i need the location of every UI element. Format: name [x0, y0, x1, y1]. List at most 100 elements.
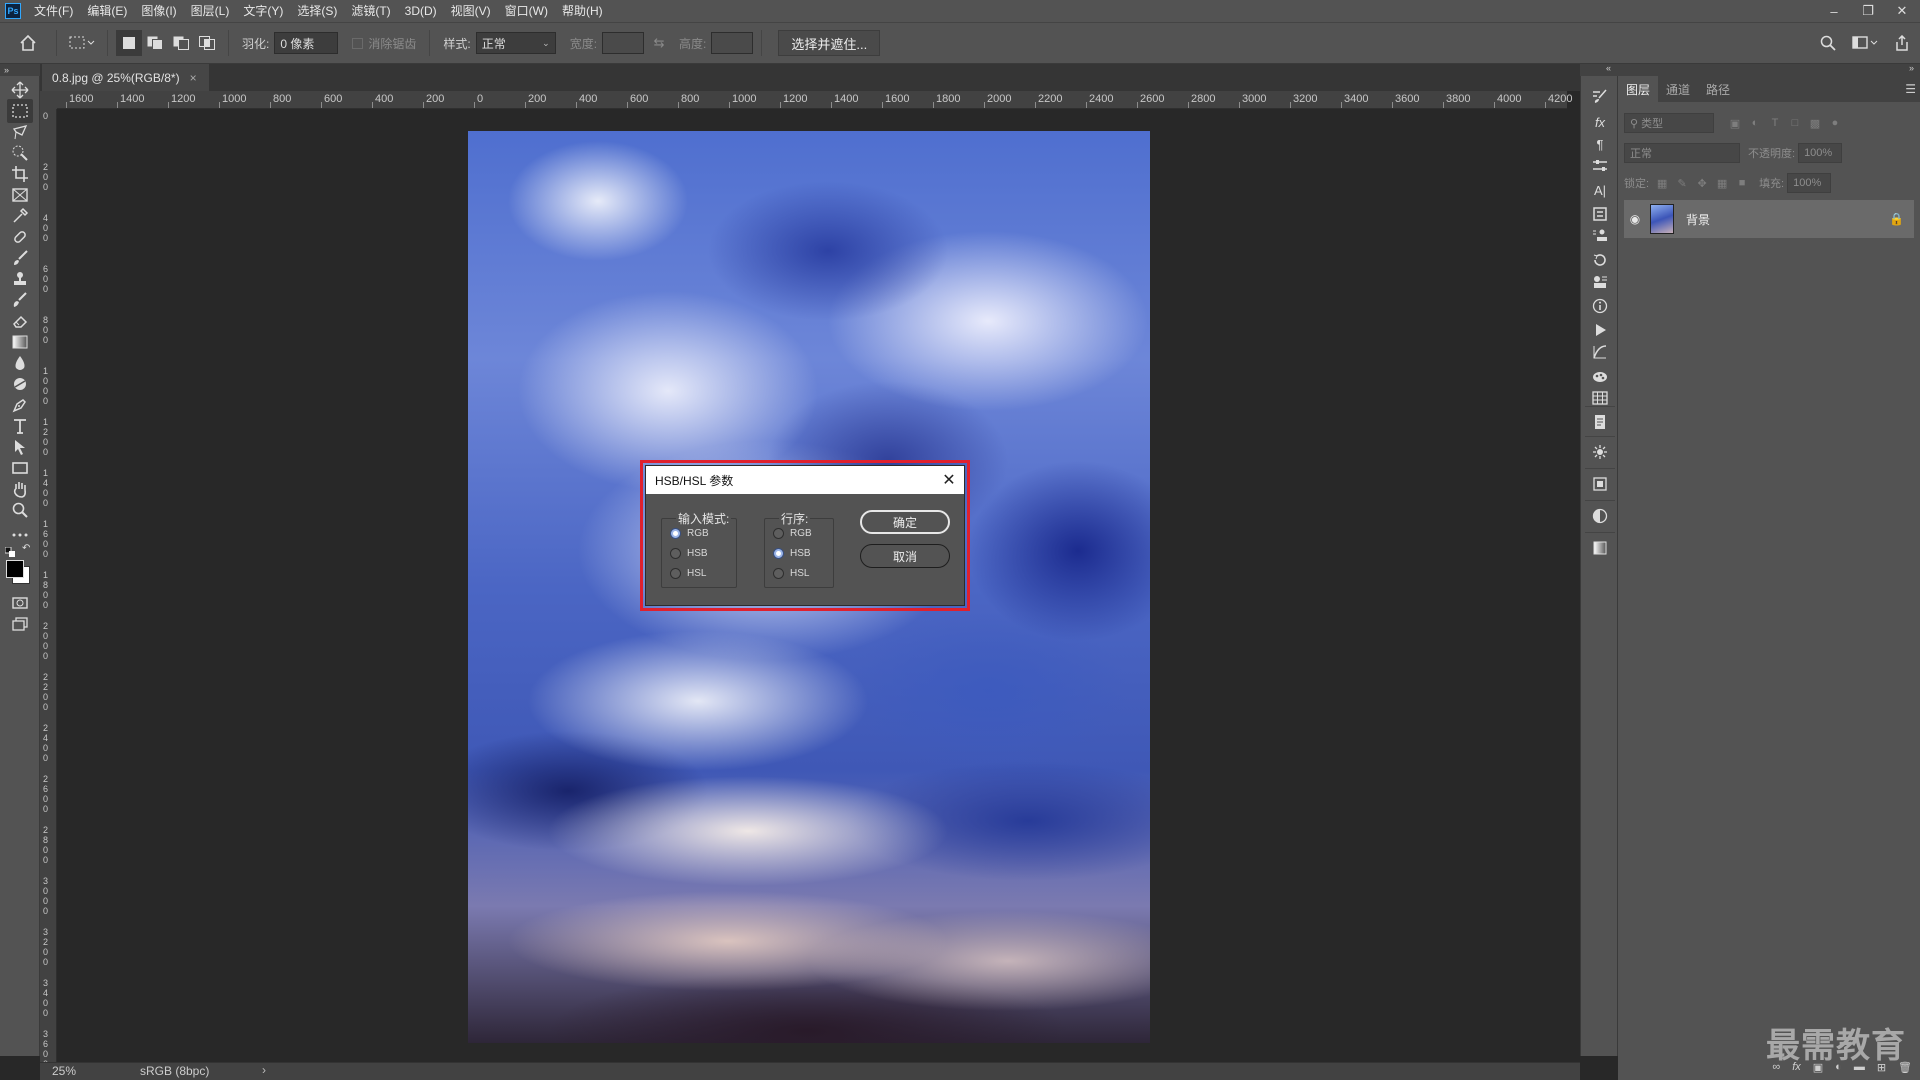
menu-help[interactable]: 帮助(H)	[555, 0, 610, 22]
tool-presets-icon[interactable]	[1590, 272, 1610, 292]
cancel-button[interactable]: 取消	[860, 544, 950, 568]
document-tab[interactable]: 0.8.jpg @ 25%(RGB/8*) ×	[42, 64, 209, 91]
height-input[interactable]	[711, 32, 754, 54]
info-icon[interactable]	[1590, 296, 1610, 316]
screen-mode-icon[interactable]	[7, 612, 33, 636]
ruler-tick	[1290, 102, 1291, 108]
add-selection-icon[interactable]	[142, 30, 168, 56]
layer-filter-value: 类型	[1641, 118, 1664, 130]
ruler-label: 1200	[783, 93, 808, 105]
ruler-label: 0	[477, 93, 484, 105]
ok-button[interactable]: 确定	[860, 510, 950, 534]
lock-pixels-icon[interactable]: ✎	[1675, 176, 1689, 190]
lock-transparent-icon[interactable]: ▦	[1655, 176, 1669, 190]
menu-image[interactable]: 图像(I)	[134, 0, 183, 22]
order-hsb-radio[interactable]: HSB	[773, 548, 811, 559]
styles-icon[interactable]: fx	[1590, 112, 1610, 132]
libraries-icon[interactable]	[1590, 474, 1610, 494]
minimize-icon[interactable]: –	[1826, 3, 1842, 19]
close-window-icon[interactable]: ✕	[1894, 3, 1910, 19]
gradients-icon[interactable]	[1590, 538, 1610, 558]
close-tab-icon[interactable]: ×	[190, 71, 197, 85]
filter-type-icon[interactable]: T	[1768, 116, 1782, 130]
intersect-selection-icon[interactable]	[194, 30, 220, 56]
layer-filter-select[interactable]: ⚲ 类型	[1624, 113, 1714, 133]
menu-view[interactable]: 视图(V)	[444, 0, 498, 22]
style-select[interactable]: 正常 ⌄	[475, 32, 556, 54]
expand-icon[interactable]: »	[1909, 63, 1914, 73]
share-icon[interactable]	[1894, 34, 1910, 54]
adjustment-curves-icon[interactable]	[1590, 342, 1610, 362]
opacity-input[interactable]: 100%	[1798, 143, 1843, 163]
menu-select[interactable]: 选择(S)	[290, 0, 344, 22]
swatches-icon[interactable]	[1590, 388, 1610, 408]
notes-icon[interactable]	[1590, 412, 1610, 432]
menu-type[interactable]: 文字(Y)	[236, 0, 290, 22]
horizontal-ruler[interactable]: 1600 1400 1200 1000 800 600 400 200 0 200 400 600 80…	[57, 91, 1572, 109]
menu-window[interactable]: 窗口(W)	[498, 0, 555, 22]
filter-shape-icon[interactable]: □	[1788, 116, 1802, 130]
zoom-tool-icon[interactable]	[7, 498, 33, 522]
status-menu-arrow[interactable]: ›	[262, 1063, 266, 1077]
menu-edit[interactable]: 编辑(E)	[80, 0, 134, 22]
feather-input[interactable]: 0 像素	[274, 32, 339, 54]
menu-3d[interactable]: 3D(D)	[398, 0, 444, 22]
default-colors-icon[interactable]	[4, 545, 15, 557]
home-icon[interactable]	[8, 30, 48, 56]
menu-layer[interactable]: 图层(L)	[184, 0, 237, 22]
width-input[interactable]	[602, 32, 645, 54]
input-mode-hsl-radio[interactable]: HSL	[670, 568, 706, 579]
filter-pixel-icon[interactable]: ▣	[1728, 116, 1742, 130]
toolbar-collapse-icon[interactable]: »	[0, 64, 40, 76]
layer-lock-icon[interactable]: 🔒	[1889, 212, 1904, 226]
zoom-level[interactable]: 25%	[52, 1064, 76, 1078]
new-selection-icon[interactable]	[116, 30, 142, 56]
panel-menu-icon[interactable]: ☰	[1905, 82, 1916, 96]
3d-light-icon[interactable]	[1590, 442, 1610, 462]
swap-colors-icon[interactable]: ↶	[22, 543, 30, 554]
clone-source-icon[interactable]	[1590, 226, 1610, 246]
properties-icon[interactable]	[1590, 204, 1610, 224]
vertical-ruler[interactable]: 0 200 400 600 800 1000 1200 1400 1600 1800 2000 220…	[40, 109, 57, 1069]
order-rgb-radio[interactable]: RGB	[773, 528, 812, 539]
restore-icon[interactable]: ❐	[1860, 3, 1876, 19]
menu-file[interactable]: 文件(F)	[27, 0, 80, 22]
tab-layers[interactable]: 图层	[1618, 76, 1659, 102]
input-mode-rgb-radio[interactable]: RGB	[670, 528, 709, 539]
actions-play-icon[interactable]	[1590, 320, 1610, 340]
fill-input[interactable]: 100%	[1787, 173, 1832, 193]
select-and-mask-button[interactable]: 选择并遮住...	[778, 30, 881, 56]
search-icon[interactable]	[1820, 35, 1836, 54]
menu-filter[interactable]: 滤镜(T)	[344, 0, 397, 22]
lock-all-icon[interactable]: ■	[1735, 176, 1749, 190]
layer-row-background[interactable]: ◉ 背景 🔒	[1624, 200, 1914, 238]
paragraph-icon[interactable]: ¶	[1590, 134, 1610, 154]
blend-mode-select[interactable]: 正常	[1624, 143, 1740, 163]
ruler-tick	[882, 102, 883, 108]
filter-adjustment-icon[interactable]: ◐	[1748, 116, 1762, 130]
color-palette-icon[interactable]	[1590, 366, 1610, 386]
foreground-color-swatch[interactable]	[6, 560, 24, 578]
order-hsl-radio[interactable]: HSL	[773, 568, 809, 579]
tab-channels[interactable]: 通道	[1658, 76, 1698, 102]
lock-artboard-icon[interactable]: ▦	[1715, 176, 1729, 190]
panels-collapse-bar[interactable]: « »	[1580, 63, 1920, 76]
brush-settings-icon[interactable]	[1590, 86, 1610, 106]
history-icon[interactable]	[1590, 250, 1610, 270]
lock-position-icon[interactable]: ✥	[1695, 176, 1709, 190]
swap-dimensions-icon[interactable]: ⇆	[644, 30, 674, 56]
character-icon[interactable]: A|	[1590, 180, 1610, 200]
adjustments-icon[interactable]	[1590, 506, 1610, 526]
filter-smart-object-icon[interactable]: ▩	[1808, 116, 1822, 130]
filter-toggle-icon[interactable]: ●	[1828, 116, 1842, 130]
close-icon[interactable]: ✕	[940, 471, 958, 489]
visibility-eye-icon[interactable]: ◉	[1624, 212, 1646, 226]
input-mode-hsb-radio[interactable]: HSB	[670, 548, 708, 559]
antialias-checkbox[interactable]	[352, 37, 364, 49]
tab-paths[interactable]: 路径	[1698, 76, 1738, 102]
marquee-preset-icon[interactable]	[65, 30, 99, 56]
adjustments-sliders-icon[interactable]	[1590, 156, 1610, 176]
workspace-icon[interactable]	[1852, 35, 1878, 53]
collapse-icon[interactable]: «	[1606, 63, 1611, 73]
subtract-selection-icon[interactable]	[168, 30, 194, 56]
